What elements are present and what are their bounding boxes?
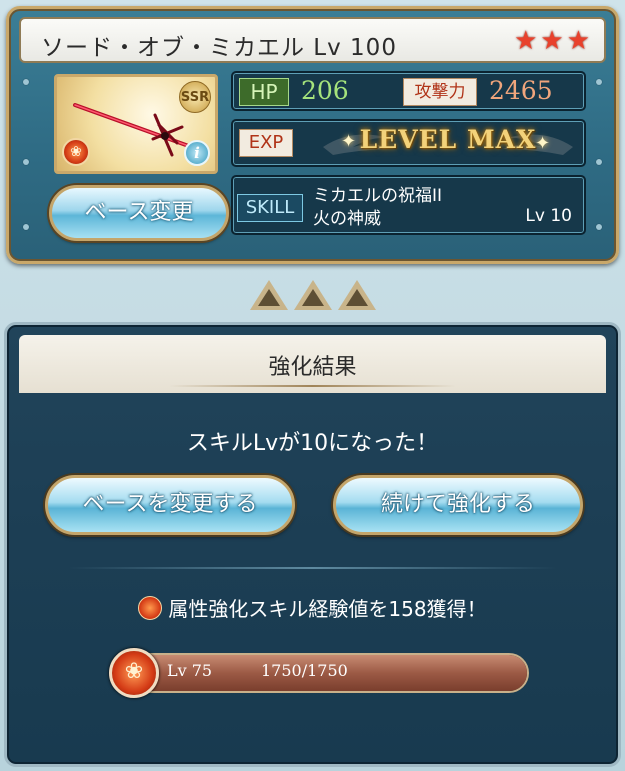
star-icon: ★: [514, 26, 538, 56]
hp-label: HP: [239, 78, 289, 106]
star-icon: ★: [540, 26, 564, 56]
attack-value: 2465: [489, 76, 553, 105]
upgrade-arrows: [250, 280, 376, 310]
exp-gain-text: 属性強化スキル経験値を158獲得！: [168, 597, 487, 621]
exp-label: EXP: [239, 129, 293, 157]
element-exp-gain: 属性強化スキル経験値を158獲得！: [7, 593, 618, 622]
skill-box: SKILL ミカエルの祝福II 火の神威 Lv 10: [231, 175, 586, 235]
arrow-up-icon: [294, 280, 332, 310]
rivet: [596, 79, 602, 85]
weapon-title: ソード・オブ・ミカエル Lv 100: [41, 35, 397, 61]
stats-box: HP 206 攻撃力 2465: [231, 71, 586, 111]
weapon-panel: ソード・オブ・ミカエル Lv 100 ★ ★ ★ SSR ❀ i ベース変更 H…: [6, 6, 619, 264]
rivet: [596, 159, 602, 165]
rarity-stars: ★ ★ ★: [514, 28, 590, 54]
fire-element-icon: ❀: [62, 138, 90, 166]
continue-upgrade-button[interactable]: 続けて強化する: [333, 475, 583, 535]
element-progress: 1750/1750: [261, 661, 348, 680]
skill-label: SKILL: [237, 194, 303, 222]
hp-value: 206: [301, 76, 349, 105]
result-title: 強化結果: [268, 355, 357, 380]
ssr-badge: SSR: [179, 81, 211, 113]
attack-label: 攻撃力: [403, 78, 477, 106]
skill-name: ミカエルの祝福II: [313, 186, 443, 206]
exp-box: EXP ✦ ✦ LEVEL MAX: [231, 119, 586, 167]
info-icon[interactable]: i: [184, 140, 210, 166]
result-panel: 強化結果 スキルLvが10になった！ ベースを変更する 続けて強化する 属性強化…: [4, 322, 621, 767]
section-divider: [67, 567, 558, 569]
skill-name-line2: 火の神威: [313, 209, 381, 229]
weapon-title-bar: ソード・オブ・ミカエル Lv 100 ★ ★ ★: [19, 17, 606, 63]
rivet: [23, 79, 29, 85]
rivet: [23, 224, 29, 230]
result-message: スキルLvが10になった！: [186, 431, 439, 456]
arrow-up-icon: [250, 280, 288, 310]
weapon-image[interactable]: SSR ❀ i: [54, 74, 218, 174]
skill-level: Lv 10: [525, 206, 572, 226]
fire-element-icon: ❀: [109, 648, 159, 698]
fire-element-icon: [138, 596, 163, 620]
base-change-button[interactable]: ベース変更: [49, 185, 229, 241]
arrow-up-icon: [338, 280, 376, 310]
element-level: Lv 75: [167, 661, 213, 680]
header-divider: [169, 385, 456, 387]
rivet: [596, 224, 602, 230]
rivet: [23, 159, 29, 165]
change-base-button[interactable]: ベースを変更する: [45, 475, 295, 535]
star-icon: ★: [566, 26, 590, 56]
level-max-text: LEVEL MAX: [359, 125, 537, 154]
result-header: 強化結果: [19, 335, 606, 393]
